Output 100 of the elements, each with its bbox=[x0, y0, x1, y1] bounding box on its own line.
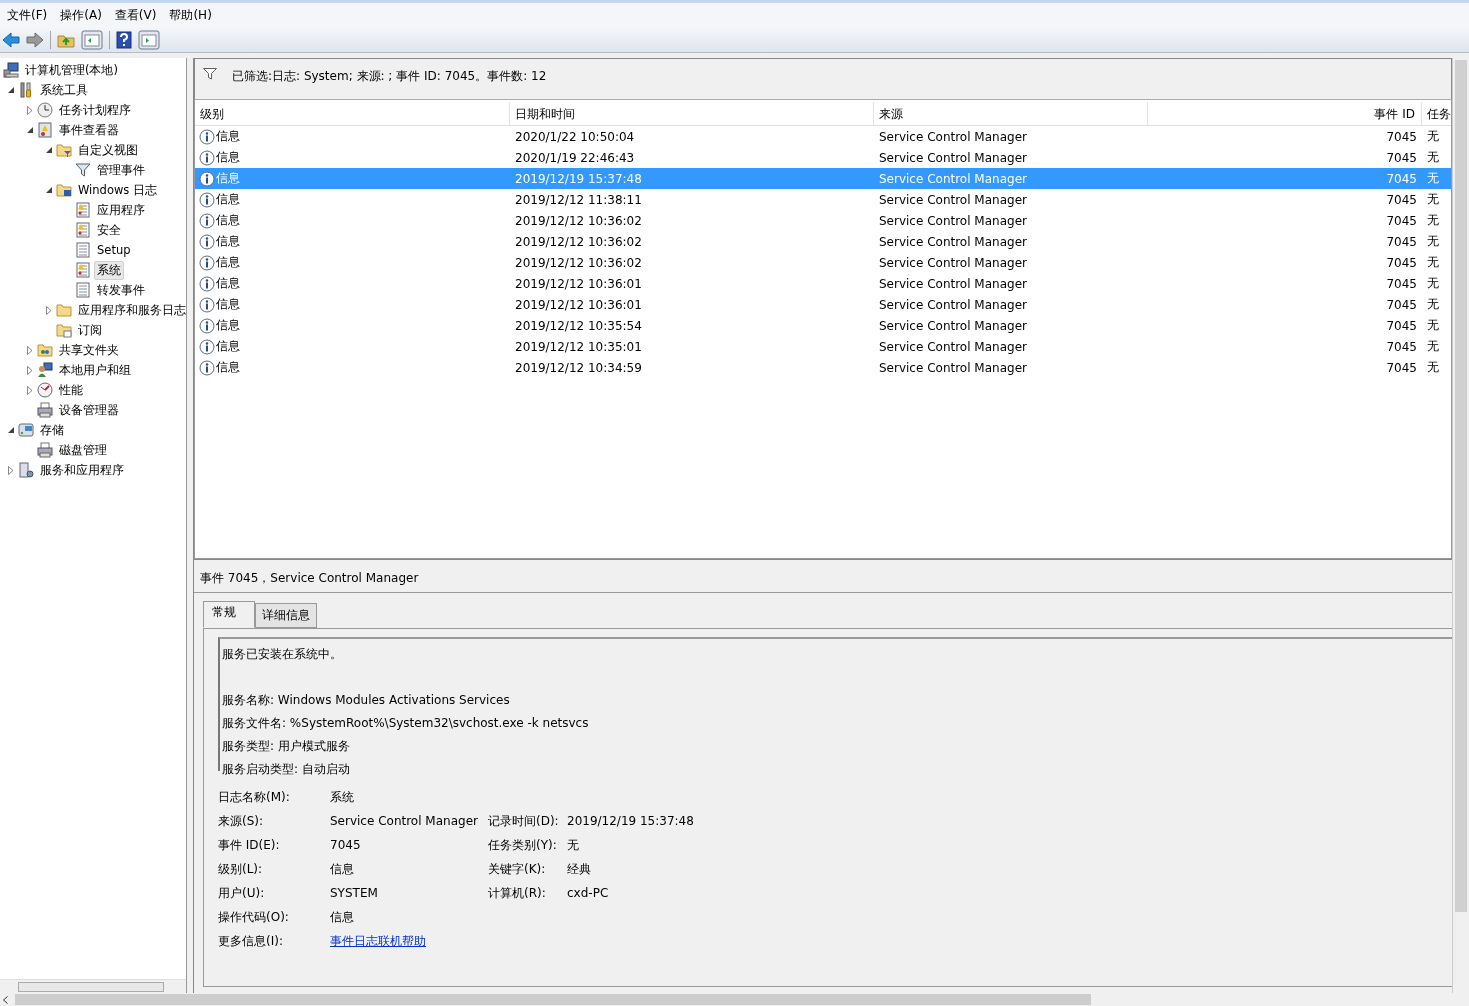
log-icon bbox=[75, 222, 91, 238]
users-icon bbox=[37, 362, 53, 378]
datetime-cell-text: 2019/12/12 10:36:02 bbox=[514, 255, 643, 270]
tree-item[interactable]: 任务计划程序 bbox=[56, 100, 134, 120]
menu-item[interactable]: 查看(V) bbox=[109, 6, 165, 24]
tree-item[interactable]: 转发事件 bbox=[94, 280, 148, 300]
folder-icon bbox=[56, 142, 72, 158]
level-cell: 信息 bbox=[216, 254, 240, 271]
level-cell: 信息 bbox=[216, 359, 240, 376]
collapsed-triangle-icon[interactable] bbox=[27, 345, 33, 355]
column-header[interactable]: 日期和时间 bbox=[510, 102, 874, 125]
event-row[interactable]: 信息 2019/12/12 10:35:54 Service Control Manager 7045 无 bbox=[195, 315, 1451, 336]
menu-item[interactable]: 帮助(H) bbox=[164, 6, 220, 24]
expanded-triangle-icon[interactable] bbox=[7, 426, 15, 434]
field-label: 更多信息(I): bbox=[218, 932, 284, 950]
event-row[interactable]: 信息 2020/1/22 10:50:04 Service Control Manager 7045 无 bbox=[195, 126, 1451, 147]
task-cell-text: 无 bbox=[1426, 275, 1440, 292]
event-row[interactable]: 信息 2019/12/12 10:36:01 Service Control Manager 7045 无 bbox=[195, 273, 1451, 294]
event-row[interactable]: 信息 2019/12/12 10:36:02 Service Control Manager 7045 无 bbox=[195, 210, 1451, 231]
event-row[interactable]: 信息 2019/12/12 11:38:11 Service Control Manager 7045 无 bbox=[195, 189, 1451, 210]
column-header[interactable]: 来源 bbox=[874, 102, 1148, 125]
task-cell-text: 无 bbox=[1426, 338, 1440, 355]
field-value: 系统 bbox=[330, 788, 355, 806]
menu-item[interactable]: 操作(A) bbox=[55, 6, 110, 24]
field-label: 任务类别(Y): bbox=[488, 836, 558, 854]
tree-item[interactable]: 管理事件 bbox=[94, 160, 148, 180]
tree-item[interactable]: 磁盘管理 bbox=[56, 440, 110, 460]
field-value: 7045 bbox=[330, 838, 362, 852]
folder-icon bbox=[56, 302, 72, 318]
tree-item[interactable]: Setup bbox=[94, 241, 134, 259]
field-label: 日志名称(M): bbox=[218, 788, 291, 806]
help-link[interactable]: 事件日志联机帮助 bbox=[330, 933, 426, 948]
log-viewer-icon bbox=[37, 122, 53, 138]
tree-item[interactable]: 安全 bbox=[94, 220, 124, 240]
collapsed-triangle-icon[interactable] bbox=[27, 365, 33, 375]
funnel-icon bbox=[203, 68, 217, 80]
task-cell-text: 无 bbox=[1426, 233, 1440, 250]
expanded-triangle-icon[interactable] bbox=[26, 126, 34, 134]
tree-item[interactable]: 系统工具 bbox=[37, 80, 91, 100]
tree-item[interactable]: 应用程序和服务日志 bbox=[75, 300, 186, 320]
tree-item[interactable]: 订阅 bbox=[75, 320, 105, 340]
field-value: 经典 bbox=[567, 860, 592, 878]
level-cell: 信息 bbox=[216, 149, 240, 166]
tab[interactable]: 详细信息 bbox=[255, 603, 317, 628]
field-label: 记录时间(D): bbox=[488, 812, 560, 830]
tree-item[interactable]: 应用程序 bbox=[94, 200, 148, 220]
tree-item[interactable]: 服务和应用程序 bbox=[37, 460, 127, 480]
vertical-scrollbar[interactable] bbox=[1452, 58, 1469, 993]
source-cell-text: Service Control Manager bbox=[878, 129, 1028, 144]
collapsed-triangle-icon[interactable] bbox=[27, 105, 33, 115]
horizontal-scrollbar[interactable] bbox=[0, 993, 1469, 1006]
event-row[interactable]: 信息 2019/12/12 10:36:02 Service Control Manager 7045 无 bbox=[195, 252, 1451, 273]
event-row[interactable]: 信息 2020/1/19 22:46:43 Service Control Manager 7045 无 bbox=[195, 147, 1451, 168]
computer-icon bbox=[3, 62, 19, 78]
filter-summary: 已筛选:日志: System; 来源: ; 事件 ID: 7045。事件数: 12 bbox=[232, 68, 547, 85]
info-icon bbox=[199, 359, 215, 376]
column-header[interactable]: 事件 ID bbox=[1148, 102, 1422, 125]
expanded-triangle-icon[interactable] bbox=[45, 146, 53, 154]
tree-item[interactable]: 系统 bbox=[94, 260, 124, 280]
event-row[interactable]: 信息 2019/12/12 10:35:01 Service Control Manager 7045 无 bbox=[195, 336, 1451, 357]
event-id-cell-text: 7045 bbox=[1385, 297, 1418, 312]
printer-icon bbox=[37, 442, 53, 458]
tree-item[interactable]: 共享文件夹 bbox=[56, 340, 122, 360]
tree-item[interactable]: 本地用户和组 bbox=[56, 360, 134, 380]
tree-item[interactable]: Windows 日志 bbox=[75, 180, 160, 200]
collapsed-triangle-icon[interactable] bbox=[27, 385, 33, 395]
tree-item[interactable]: 事件查看器 bbox=[56, 120, 122, 140]
help-icon[interactable] bbox=[116, 30, 132, 49]
datetime-cell-text: 2019/12/12 10:36:01 bbox=[514, 276, 643, 291]
tree-item[interactable]: 设备管理器 bbox=[56, 400, 122, 420]
tree-item[interactable]: 存储 bbox=[37, 420, 67, 440]
back-arrow-icon[interactable] bbox=[2, 31, 20, 48]
expanded-triangle-icon[interactable] bbox=[7, 86, 15, 94]
field-label: 用户(U): bbox=[218, 884, 266, 902]
pane-icon[interactable] bbox=[138, 29, 160, 50]
expanded-triangle-icon[interactable] bbox=[45, 186, 53, 194]
event-row[interactable]: 信息 2019/12/12 10:36:02 Service Control Manager 7045 无 bbox=[195, 231, 1451, 252]
datetime-cell-text: 2019/12/12 11:38:11 bbox=[514, 192, 643, 207]
event-row[interactable]: 信息 2019/12/12 10:34:59 Service Control Manager 7045 无 bbox=[195, 357, 1451, 378]
horizontal-scrollbar[interactable] bbox=[0, 979, 186, 993]
source-cell-text: Service Control Manager bbox=[878, 276, 1028, 291]
source-cell-text: Service Control Manager bbox=[878, 150, 1028, 165]
collapsed-triangle-icon[interactable] bbox=[46, 305, 52, 315]
field-value: 信息 bbox=[330, 908, 355, 926]
collapsed-triangle-icon[interactable] bbox=[8, 465, 14, 475]
tree-item[interactable]: 性能 bbox=[56, 380, 86, 400]
tree-item[interactable]: 计算机管理(本地) bbox=[22, 60, 121, 80]
menu-item[interactable]: 文件(F) bbox=[2, 6, 56, 24]
tree-item[interactable]: 自定义视图 bbox=[75, 140, 141, 160]
tab[interactable]: 常规 bbox=[203, 601, 255, 628]
description-line: 服务启动类型: 自动启动 bbox=[222, 761, 351, 778]
field-value: 2019/12/19 15:37:48 bbox=[567, 814, 695, 828]
column-header[interactable]: 级别 bbox=[195, 102, 510, 125]
detail-title: 事件 7045，Service Control Manager bbox=[194, 565, 1452, 593]
field-value: Service Control Manager bbox=[330, 814, 479, 828]
source-cell-text: Service Control Manager bbox=[878, 297, 1028, 312]
task-cell-text: 无 bbox=[1426, 254, 1440, 271]
shared-folder-icon bbox=[37, 342, 53, 358]
event-row[interactable]: 信息 2019/12/12 10:36:01 Service Control Manager 7045 无 bbox=[195, 294, 1451, 315]
pane-icon[interactable] bbox=[81, 29, 103, 50]
